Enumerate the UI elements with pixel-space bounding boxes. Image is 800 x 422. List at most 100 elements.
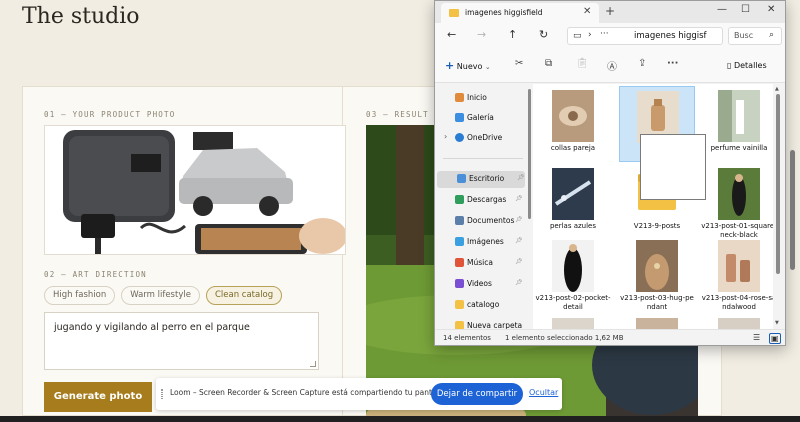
back-arrow-icon[interactable]: ←	[447, 28, 456, 41]
close-tab-icon[interactable]: ✕	[583, 6, 591, 17]
pin-icon: 📌︎	[515, 258, 523, 265]
desktop-icon	[457, 174, 466, 183]
rename-icon[interactable]: Ⓐ	[607, 58, 617, 73]
cloud-icon	[455, 133, 464, 142]
scrollbar-thumb[interactable]	[528, 89, 531, 219]
file-thumbnail	[718, 90, 760, 142]
minimize-icon[interactable]: —	[717, 4, 727, 15]
file-name: perfume vainilla	[710, 144, 768, 152]
file-item[interactable]: perfume vainilla	[701, 86, 773, 162]
music-icon	[455, 258, 464, 267]
section-label-product: 01 — YOUR PRODUCT PHOTO	[44, 110, 176, 119]
share-icon[interactable]: ⇪	[638, 58, 646, 69]
new-button[interactable]: + Nuevo ⌄	[445, 59, 491, 72]
taskbar	[0, 416, 800, 422]
nav-item-descargas[interactable]: Descargas 📌︎	[435, 192, 525, 209]
more-path-icon[interactable]: ···	[600, 29, 609, 39]
nav-item-catalogo[interactable]: catalogo	[435, 297, 525, 314]
generate-photo-button[interactable]: Generate photo	[44, 382, 152, 412]
file-name: perlas azules	[549, 222, 597, 230]
details-pane-icon: ▯	[727, 61, 732, 70]
up-arrow-icon[interactable]: ↑	[508, 28, 517, 41]
file-thumbnail	[718, 240, 760, 292]
file-item[interactable]	[701, 314, 773, 329]
prompt-textarea[interactable]: jugando y vigilando al perro en el parqu…	[44, 312, 319, 370]
file-item[interactable]: v213-post-02-pocket-detail	[535, 236, 611, 312]
nav-item-onedrive[interactable]: › OneDrive	[435, 130, 525, 147]
scroll-up-icon[interactable]: ▲	[775, 86, 779, 92]
file-item[interactable]: collas pareja	[535, 86, 611, 162]
section-label-art-direction: 02 — ART DIRECTION	[44, 270, 147, 279]
file-item[interactable]: v213-post-01-square-neck-black	[701, 164, 773, 240]
nav-item-musica[interactable]: Música 📌︎	[435, 255, 525, 272]
file-item[interactable]: perlas azules	[535, 164, 611, 240]
more-options-icon[interactable]: ···	[667, 58, 678, 69]
drag-grip-icon[interactable]	[161, 389, 163, 399]
video-icon	[455, 279, 464, 288]
file-thumbnail	[718, 168, 760, 220]
copy-icon[interactable]: ⧉	[545, 58, 552, 69]
pin-icon: 📌︎	[517, 174, 525, 181]
file-thumbnail	[718, 318, 760, 329]
status-bar: 14 elementos 1 elemento seleccionado 1,6…	[435, 329, 785, 345]
file-item[interactable]	[535, 314, 611, 329]
nav-item-escritorio[interactable]: Escritorio 📌︎	[437, 171, 525, 188]
nav-item-label: Documentos	[467, 216, 515, 225]
chip-clean-catalog[interactable]: Clean catalog	[205, 286, 283, 305]
address-path: imagenes higgisf	[634, 31, 707, 41]
nav-item-label: OneDrive	[467, 133, 503, 142]
close-window-icon[interactable]: ✕	[767, 4, 775, 15]
scrollbar-thumb[interactable]	[776, 94, 780, 274]
scroll-down-icon[interactable]: ▼	[775, 320, 779, 326]
loom-share-message: Loom – Screen Recorder & Screen Capture …	[170, 388, 448, 397]
chevron-right-icon[interactable]: ›	[588, 30, 592, 40]
item-count: 14 elementos	[443, 334, 491, 342]
file-grid-scrollbar[interactable]: ▲ ▼	[773, 84, 783, 329]
forward-arrow-icon[interactable]: →	[477, 28, 486, 41]
pin-icon: 📌︎	[515, 279, 523, 286]
plus-icon: +	[445, 59, 455, 72]
pin-icon: 📌︎	[515, 216, 523, 223]
address-bar[interactable]: ▭ › ··· imagenes higgisf	[567, 27, 723, 45]
nav-divider	[443, 158, 523, 159]
selection-info: 1 elemento seleccionado 1,62 MB	[505, 334, 624, 342]
nav-item-documentos[interactable]: Documentos 📌︎	[435, 213, 525, 230]
nav-item-imagenes[interactable]: Imágenes 📌︎	[435, 234, 525, 251]
nav-item-videos[interactable]: Videos 📌︎	[435, 276, 525, 293]
file-name: v213-post-04-rose-sandalwood	[701, 294, 773, 311]
nav-item-inicio[interactable]: Inicio	[435, 90, 525, 107]
file-item[interactable]: v213-post-03-hug-pendant	[619, 236, 695, 312]
maximize-icon[interactable]: ☐	[741, 4, 750, 15]
paste-icon[interactable]: 📋︎	[576, 58, 589, 69]
file-thumbnail	[636, 240, 678, 292]
file-thumbnail	[552, 90, 594, 142]
nav-item-label: Descargas	[467, 195, 507, 204]
nav-item-galeria[interactable]: Galería	[435, 110, 525, 127]
hide-link[interactable]: Ocultar	[529, 388, 558, 397]
search-input[interactable]: Busc ⌕	[728, 27, 782, 45]
chevron-right-icon[interactable]: ›	[444, 132, 447, 141]
resize-handle-icon[interactable]	[310, 361, 316, 367]
nav-item-label: Escritorio	[469, 174, 505, 183]
refresh-icon[interactable]: ↻	[539, 28, 548, 41]
file-item[interactable]	[619, 314, 695, 329]
chip-high-fashion[interactable]: High fashion	[44, 286, 116, 305]
home-icon	[455, 93, 464, 102]
chip-warm-lifestyle[interactable]: Warm lifestyle	[121, 286, 200, 305]
search-placeholder: Busc	[734, 31, 754, 40]
command-bar: + Nuevo ⌄ ✂ ⧉ 📋︎ Ⓐ ⇪ ··· ▯ Detalles	[435, 49, 785, 83]
cut-icon[interactable]: ✂	[515, 58, 523, 69]
product-photo[interactable]	[44, 125, 346, 255]
file-item[interactable]: v213-post-04-rose-sandalwood	[701, 236, 773, 312]
tiles-view-icon[interactable]: ▣	[769, 333, 781, 344]
file-thumbnail	[552, 240, 594, 292]
details-view-icon[interactable]: ☰	[753, 333, 760, 342]
file-grid: collas pareja perfume perfume vainilla p…	[533, 84, 773, 329]
page-scrollbar-thumb[interactable]	[790, 150, 795, 270]
explorer-tab[interactable]: imagenes higgisfield ✕	[441, 3, 599, 23]
tab-strip: imagenes higgisfield ✕ + — ☐ ✕	[435, 1, 785, 23]
new-tab-icon[interactable]: +	[605, 4, 615, 18]
details-button[interactable]: ▯ Detalles	[727, 61, 767, 70]
stop-sharing-button[interactable]: Dejar de compartir	[431, 383, 523, 405]
drag-preview	[640, 134, 706, 200]
